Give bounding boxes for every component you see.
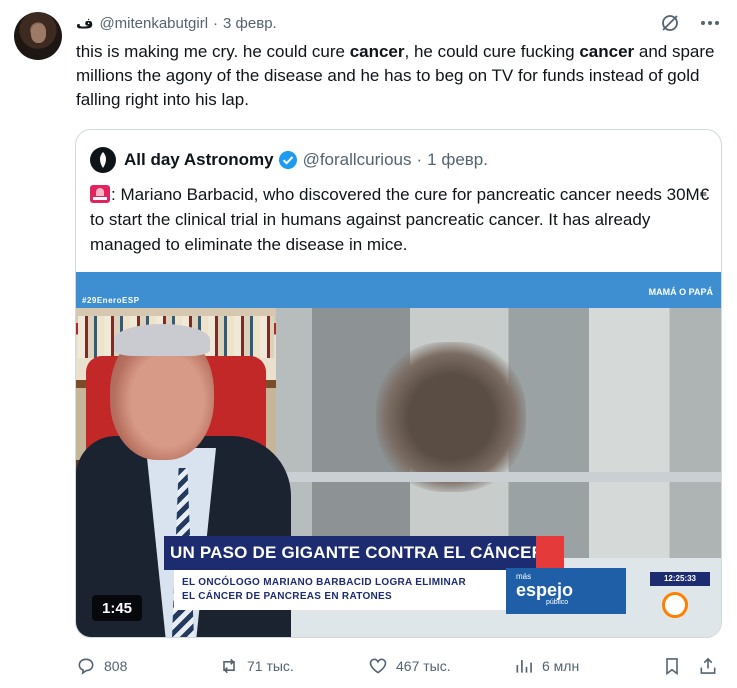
show-logo: MAMÁ O PAPÁ (648, 287, 713, 297)
tweet[interactable]: ف @mitenkabutgirl · 3 февр. this is maki… (0, 0, 737, 688)
video-player[interactable]: #29EneroESP MAMÁ O PAPÁ UN PASO DE GIGAN… (76, 272, 721, 637)
tweet-text-bold: cancer (579, 42, 635, 61)
lower-third-subline: EL ONCÓLOGO MARIANO BARBACID LOGRA ELIMI… (174, 570, 519, 610)
broadcast-top-bar (76, 272, 721, 308)
channel-logo-big: espejo (516, 580, 574, 600)
share-button[interactable] (698, 654, 718, 678)
subline-2: EL CÁNCER DE PANCREAS EN RATONES (182, 591, 392, 602)
repost-button[interactable]: 71 тыс. (219, 654, 294, 678)
like-count: 467 тыс. (396, 658, 451, 674)
broadcast-hashtag: #29EneroESP (82, 296, 140, 305)
quoted-tweet-header: All day Astronomy @forallcurious · 1 фев… (90, 147, 488, 173)
subline-1: EL ONCÓLOGO MARIANO BARBACID LOGRA ELIMI… (182, 577, 467, 588)
siren-emoji-icon (90, 185, 110, 203)
tweet-text-part: this is making me cry. he could cure (76, 42, 350, 61)
channel-logo-sub: público (546, 599, 569, 606)
action-bar: 808 71 тыс. 467 тыс. 6 млн (76, 654, 726, 678)
headline-accent (536, 536, 564, 570)
lower-third-headline: UN PASO DE GIGANTE CONTRA EL CÁNCER (164, 536, 544, 570)
lab-rail (276, 472, 721, 482)
separator-dot: · (213, 14, 219, 32)
video-duration: 1:45 (92, 595, 143, 621)
author-display-name[interactable]: ف (76, 14, 93, 32)
heart-icon (369, 658, 387, 674)
author-avatar[interactable] (14, 12, 62, 60)
reply-count: 808 (104, 658, 128, 674)
analytics-icon (516, 660, 532, 673)
tweet-header: ف @mitenkabutgirl · 3 февр. (76, 12, 277, 34)
views-button[interactable]: 6 млн (514, 654, 579, 678)
bookmark-icon (666, 658, 678, 676)
quoted-author-avatar[interactable] (90, 147, 116, 173)
reply-button[interactable]: 808 (76, 654, 127, 678)
tweet-text-bold: cancer (349, 42, 405, 61)
channel-logo: más espejo público (506, 568, 626, 614)
repost-count: 71 тыс. (247, 658, 294, 674)
separator-dot: · (416, 150, 423, 169)
quoted-tweet[interactable]: All day Astronomy @forallcurious · 1 фев… (75, 129, 722, 638)
view-count: 6 млн (542, 658, 580, 674)
share-icon (700, 657, 716, 674)
verified-badge-icon (278, 150, 298, 170)
broadcast-clock: 12:25:33 (650, 572, 710, 586)
quoted-author-name[interactable]: All day Astronomy (124, 150, 274, 170)
quoted-author-handle[interactable]: @forallcurious (303, 150, 412, 170)
tweet-text-part: , he could cure fucking (404, 42, 580, 61)
header-icons (659, 12, 721, 34)
author-handle[interactable]: @mitenkabutgirl (99, 15, 208, 32)
reply-icon (78, 658, 94, 675)
more-options-icon[interactable] (699, 12, 721, 34)
tweet-text: this is making me cry. he could cure can… (76, 40, 716, 112)
lab-figure (376, 342, 526, 492)
bookmark-button[interactable] (662, 654, 682, 678)
like-button[interactable]: 467 тыс. (368, 654, 451, 678)
antena3-logo-icon (662, 592, 688, 618)
tweet-date[interactable]: 3 февр. (223, 15, 277, 32)
avatar-face (31, 24, 46, 43)
grok-icon[interactable] (659, 12, 681, 34)
quoted-tweet-text: : Mariano Barbacid, who discovered the c… (90, 182, 710, 257)
man-hair (114, 324, 210, 356)
quoted-text-body: : Mariano Barbacid, who discovered the c… (90, 185, 710, 254)
repost-icon (223, 658, 235, 674)
quoted-tweet-date[interactable]: 1 февр. (427, 150, 488, 170)
